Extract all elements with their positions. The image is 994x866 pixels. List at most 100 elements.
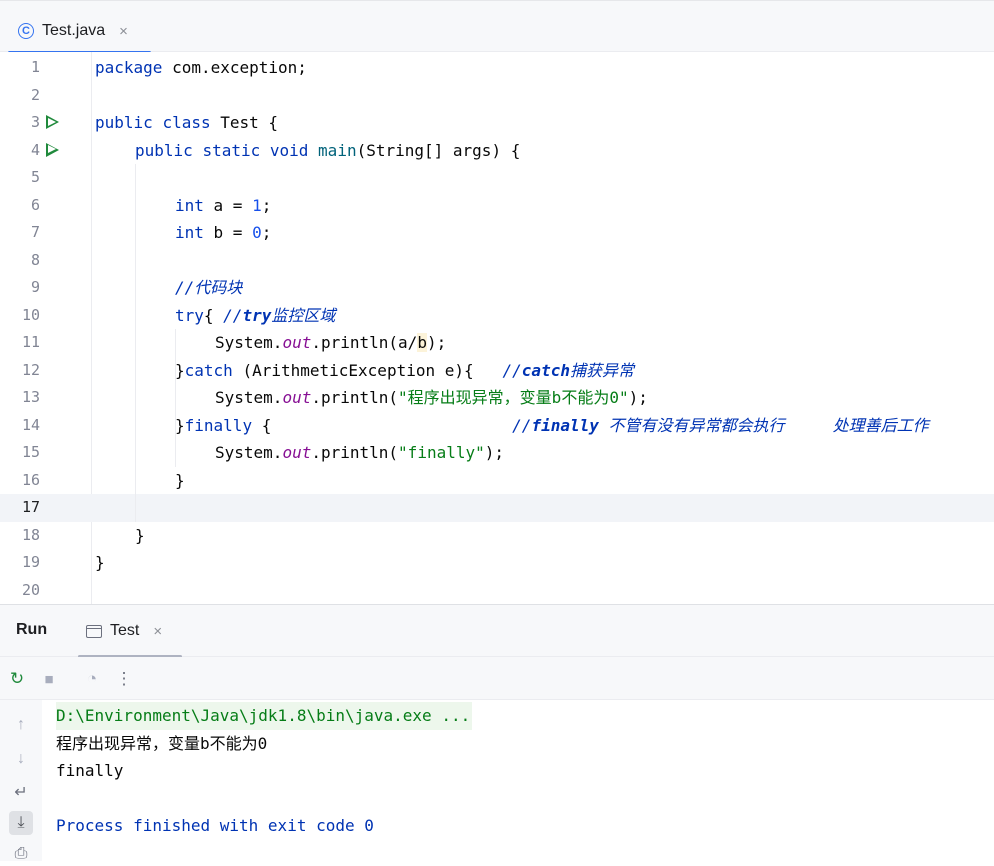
code-text: //代码块 xyxy=(175,274,242,302)
code-token: ); xyxy=(426,333,447,352)
code-line[interactable]: 1 package com.exception; xyxy=(0,54,994,82)
code-line[interactable]: 9 //代码块 xyxy=(0,274,994,302)
print-icon[interactable]: ⎙ xyxy=(9,842,33,866)
indent-guide xyxy=(135,164,136,522)
code-token: .println(a/ xyxy=(311,333,418,352)
code-token: com.exception; xyxy=(162,58,307,77)
code-token: (String[] args) { xyxy=(356,140,521,160)
code-text: } xyxy=(135,522,145,550)
line-number: 8 xyxy=(30,250,40,269)
close-icon[interactable]: × xyxy=(119,23,128,40)
code-token: } xyxy=(95,553,105,572)
code-line[interactable]: 6 int a = 1; xyxy=(0,192,994,220)
code-token: } xyxy=(175,470,185,490)
console-command-line[interactable]: D:\Environment\Java\jdk1.8\bin\java.exe … xyxy=(56,702,473,730)
code-line[interactable]: 5 xyxy=(0,164,994,192)
line-number: 12 xyxy=(21,360,40,379)
code-token: try xyxy=(242,305,272,325)
code-token: Test { xyxy=(210,113,279,132)
code-token: out xyxy=(282,388,312,407)
code-line[interactable]: 4 public static void main(String[] args) … xyxy=(0,137,994,165)
code-token: ); xyxy=(484,443,505,462)
line-number: 13 xyxy=(21,388,40,406)
line-number: 17 xyxy=(21,498,40,516)
code-line[interactable]: 8 xyxy=(0,247,994,275)
line-number: 19 xyxy=(21,553,40,571)
code-text: } xyxy=(95,549,105,577)
code-line[interactable]: 19} xyxy=(0,549,994,577)
code-line[interactable]: 11 System.out.println(a/b); xyxy=(0,329,994,357)
code-token: main xyxy=(318,140,357,160)
code-text: System.out.println("finally"); xyxy=(215,439,504,467)
code-line[interactable]: 17 xyxy=(0,494,994,522)
code-line[interactable]: 12 }catch (ArithmeticException e){ //catc… xyxy=(0,357,994,385)
code-token: void xyxy=(269,140,309,160)
soft-wrap-icon[interactable]: ↵ xyxy=(9,780,33,804)
line-number: 18 xyxy=(21,525,40,544)
code-token: a = xyxy=(203,195,253,215)
code-line[interactable]: 20 xyxy=(0,577,994,605)
code-token: class xyxy=(162,113,211,132)
run-tab-test[interactable]: Test × xyxy=(78,605,182,658)
close-icon[interactable]: × xyxy=(153,623,162,640)
indent-guide xyxy=(175,329,176,467)
stop-icon[interactable]: ■ xyxy=(37,667,61,691)
code-token: finally xyxy=(184,415,253,435)
line-number: 16 xyxy=(21,470,40,489)
line-number: 5 xyxy=(30,168,40,186)
rerun-icon[interactable]: ↻ xyxy=(5,667,29,691)
run-tab-label: Test xyxy=(110,622,140,639)
console-output[interactable]: D:\Environment\Java\jdk1.8\bin\java.exe … xyxy=(42,700,994,861)
code-line[interactable]: 18} xyxy=(0,522,994,550)
code-text: int b = 0; xyxy=(175,219,271,247)
code-line[interactable]: 7 int b = 0; xyxy=(0,219,994,247)
console-output-line: 程序出现异常，变量b不能为0 xyxy=(56,733,268,753)
line-number: 3 xyxy=(30,113,40,131)
console-output-line: finally xyxy=(56,761,124,780)
code-line[interactable]: 13 System.out.println("程序出现异常，变量b不能为0"); xyxy=(0,384,994,412)
code-text: }catch (ArithmeticException e){ //catch捕… xyxy=(175,357,634,385)
line-number: 11 xyxy=(21,333,40,351)
code-token: System. xyxy=(215,443,283,462)
code-token: // xyxy=(223,305,243,325)
code-token: package xyxy=(95,58,163,77)
scroll-down-icon[interactable]: ↓ xyxy=(9,747,33,771)
code-line[interactable]: 16} xyxy=(0,467,994,495)
code-token: .println( xyxy=(311,388,399,407)
code-line[interactable]: 14 }finally { //finally 不管有没有异常都会执行 处理善后工… xyxy=(0,412,994,440)
profiler-icon[interactable]: ◔ xyxy=(80,667,104,691)
editor-tab-test-java[interactable]: C Test.java × xyxy=(8,9,151,54)
java-class-icon: C xyxy=(18,23,34,39)
code-line[interactable]: 10 try{ //try监控区域 xyxy=(0,302,994,330)
code-line[interactable]: 3 public class Test { xyxy=(0,109,994,137)
more-options-icon[interactable]: ⋮ xyxy=(112,667,136,691)
run-gutter-icon[interactable] xyxy=(46,142,59,157)
line-number: 1 xyxy=(30,58,40,76)
code-token: .println( xyxy=(311,443,399,462)
code-text: public class Test { xyxy=(95,109,278,137)
code-token: 0 xyxy=(252,223,262,242)
code-token: catch xyxy=(521,360,570,380)
editor-tab-label: Test.java xyxy=(42,22,106,39)
code-token: } xyxy=(175,360,185,380)
console-exit-message: Process finished with exit code 0 xyxy=(56,816,374,835)
run-panel-header: Run Test × xyxy=(0,604,994,658)
run-gutter-icon[interactable] xyxy=(46,115,59,129)
code-line[interactable]: 15 System.out.println("finally"); xyxy=(0,439,994,467)
line-number: 20 xyxy=(21,580,40,599)
run-toolbar: ↻ ■ ◔ ⋮ xyxy=(0,657,994,700)
scroll-up-icon[interactable]: ↑ xyxy=(9,713,33,737)
code-token: "finally" xyxy=(398,443,485,462)
line-number: 2 xyxy=(30,85,40,104)
code-editor[interactable]: 1 package com.exception; 2 3 public class Te… xyxy=(0,52,994,604)
scroll-to-end-icon[interactable]: ⤓ xyxy=(9,811,33,835)
code-text: }finally { //finally 不管有没有异常都会执行 处理善后工作 xyxy=(175,412,929,440)
code-token: { xyxy=(252,415,513,435)
code-text: int a = 1; xyxy=(175,192,271,220)
code-token: } xyxy=(135,525,145,545)
code-token: b = xyxy=(203,223,253,242)
code-line[interactable]: 2 xyxy=(0,82,994,110)
line-number: 14 xyxy=(21,415,40,434)
code-token: catch xyxy=(184,360,233,380)
